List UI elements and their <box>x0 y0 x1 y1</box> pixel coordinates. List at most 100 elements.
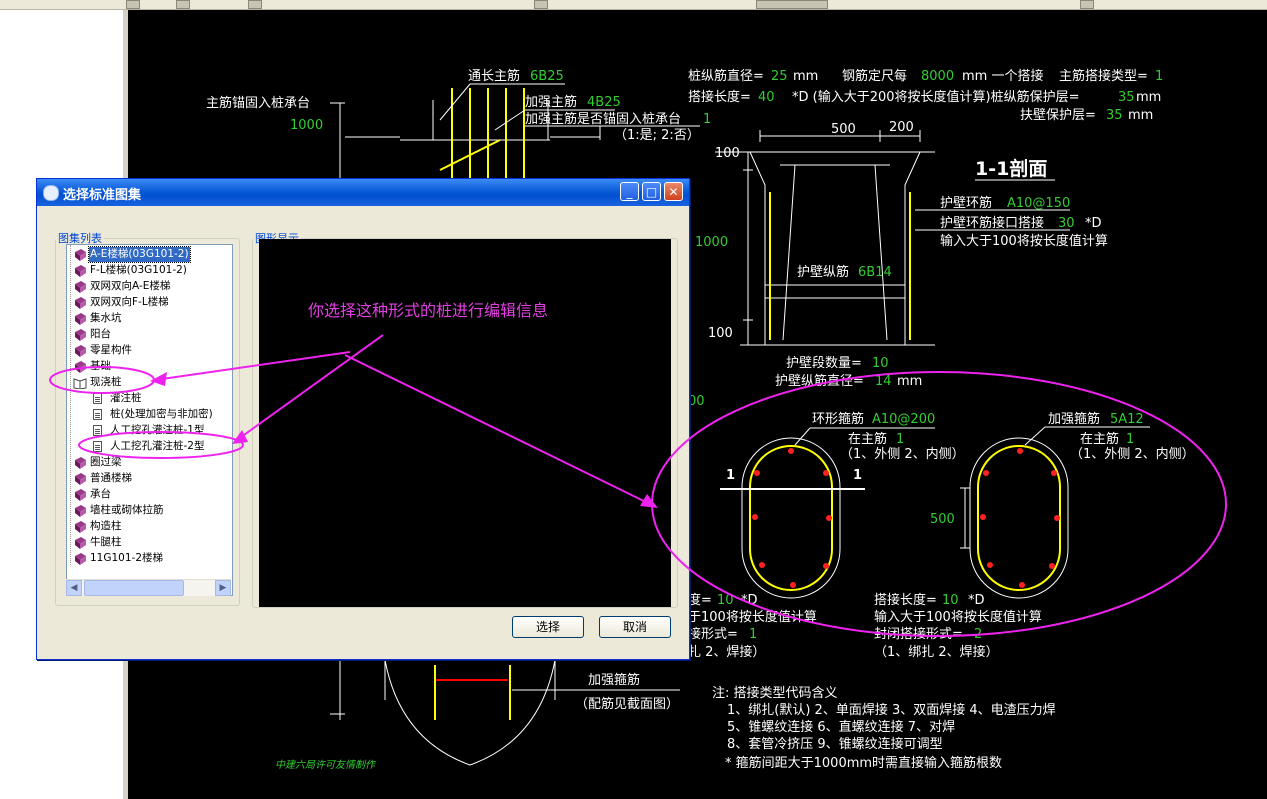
value-strengthen-rebar[interactable]: 4B25 <box>587 95 621 110</box>
book-icon <box>73 521 86 533</box>
label-wall-diameter: 护壁纵筋直径= <box>775 373 864 389</box>
label-lap-note-a: 于100将按长度值计算 <box>688 609 817 625</box>
value-cover[interactable]: 35 <box>1118 90 1135 105</box>
dialog-title: 选择标准图集 <box>63 188 142 203</box>
unit-mm: mm <box>1136 90 1161 105</box>
tree-connector <box>70 245 72 565</box>
label-main-rebar: 通长主筋 <box>468 68 520 84</box>
value-anchor[interactable]: 1000 <box>290 118 323 133</box>
label-strengthen-options: （1、外侧 2、内侧） <box>1070 446 1195 462</box>
value-pile-diameter[interactable]: 25 <box>771 69 788 84</box>
value-ring-position[interactable]: 1 <box>896 432 904 447</box>
value-wall-diameter[interactable]: 14 <box>875 374 892 389</box>
tree-item-label: 墙柱或砌体拉筋 <box>90 504 164 516</box>
book-icon <box>73 489 86 501</box>
label-strengthen-position: 在主筋 <box>1080 431 1119 447</box>
dim-100-top: 100 <box>715 146 740 161</box>
book-icon <box>73 537 86 549</box>
label-ring-options: （1、外侧 2、内侧） <box>840 446 965 462</box>
label-strengthen-hoop: 加强箍筋 <box>588 672 640 688</box>
value-closure-b[interactable]: 2 <box>974 627 982 642</box>
label-wall-ring-lap: 护壁环筋接口搭接 <box>940 215 1044 231</box>
toolbar-icon[interactable] <box>248 0 262 9</box>
dialog-titlebar[interactable]: 选择标准图集 _ □ ✕ <box>37 179 689 206</box>
toolbar-icon[interactable] <box>756 0 828 9</box>
label-splice-type: 主筋搭接类型= <box>1059 68 1148 84</box>
value-wall-longitudinal[interactable]: 6B14 <box>858 265 892 280</box>
value-wall-ring-lap[interactable]: 30 <box>1058 216 1075 231</box>
tree-item-label: 灌注桩 <box>110 392 142 404</box>
cancel-button[interactable]: 取消 <box>599 616 671 638</box>
scroll-thumb[interactable] <box>84 580 184 596</box>
value-lap-length-a[interactable]: 10 <box>717 593 734 608</box>
value-lap-length-b[interactable]: 10 <box>942 593 959 608</box>
value-main-rebar[interactable]: 6B25 <box>530 69 564 84</box>
toolbar-icon[interactable] <box>126 0 140 9</box>
value-strengthen-anchor[interactable]: 1 <box>703 112 711 127</box>
label-anchor: 主筋锚固入桩承台 <box>206 95 310 111</box>
toolbar-icon[interactable] <box>176 0 190 9</box>
label-wall-segments: 护壁段数量= <box>786 356 862 371</box>
value-wall-ring[interactable]: A10@150 <box>1007 196 1070 211</box>
label-closure-options-a: 扎 2、焊接） <box>688 644 765 660</box>
unit-d: *D <box>1085 216 1102 231</box>
document-icon <box>93 393 102 404</box>
document-icon <box>93 425 102 436</box>
value-splice-type[interactable]: 1 <box>1155 69 1163 84</box>
label-lap-length: 搭接长度= <box>688 89 751 105</box>
tree-item-label: 现浇桩 <box>90 376 122 388</box>
maximize-button[interactable]: □ <box>642 182 661 201</box>
select-button[interactable]: 选择 <box>512 616 584 638</box>
label-lap-length-a: 度= <box>688 592 712 608</box>
document-icon <box>93 441 102 452</box>
credit-text: 中建六局许可友情制作 <box>275 759 377 771</box>
label-yes-no: （1:是; 2:否） <box>614 128 700 143</box>
note-line-2: 5、锥螺纹连接 6、直螺纹连接 7、对焊 <box>727 719 955 735</box>
dim-100-bottom: 100 <box>708 326 733 341</box>
book-icon <box>73 457 86 469</box>
value-strengthen-stirrup[interactable]: 5A12 <box>1110 412 1144 427</box>
value-wall-segments[interactable]: 10 <box>872 356 889 371</box>
book-icon <box>73 297 86 309</box>
label-see-section: （配筋见截面图） <box>575 696 679 712</box>
value-ring-stirrup[interactable]: A10@200 <box>872 412 935 427</box>
book-icon <box>73 361 86 373</box>
select-atlas-dialog: 选择标准图集 _ □ ✕ 图集列表 图形显示 A-E楼梯(03G101-2)F-… <box>36 178 690 660</box>
note-title: 注: 搭接类型代码含义 <box>712 685 838 701</box>
scroll-right-icon[interactable]: ▶ <box>215 580 231 596</box>
minimize-button[interactable]: _ <box>620 182 639 201</box>
label-lap-note-b: 输入大于100将按长度值计算 <box>874 609 1042 625</box>
note-line-1: 1、绑扎(默认) 2、单面焊接 3、双面焊接 4、电渣压力焊 <box>727 702 1056 718</box>
label-ring-position: 在主筋 <box>848 431 887 447</box>
value-fixed-length[interactable]: 8000 <box>921 69 954 84</box>
graphic-preview <box>259 239 671 607</box>
tree-horizontal-scrollbar[interactable]: ◀ ▶ <box>66 579 231 596</box>
label-strengthen-rebar: 加强主筋 <box>525 94 577 110</box>
unit-mm: mm <box>897 374 922 389</box>
tree-item-label: F-L楼梯(03G101-2) <box>90 264 187 276</box>
section-mark-right: 1 <box>853 468 862 483</box>
close-button[interactable]: ✕ <box>664 182 683 201</box>
dim-200: 200 <box>889 120 914 135</box>
dim-1000: 1000 <box>695 235 728 250</box>
section-title: 1-1剖面 <box>975 157 1047 180</box>
value-wall-cover[interactable]: 35 <box>1106 108 1123 123</box>
tree-item-label: 桩(处理加密与非加密) <box>110 408 213 420</box>
app-icon <box>43 185 59 201</box>
document-icon <box>93 409 102 420</box>
tree-item-label: 11G101-2楼梯 <box>90 552 164 564</box>
toolbar <box>0 0 1267 10</box>
value-strengthen-position[interactable]: 1 <box>1126 432 1134 447</box>
toolbar-icon[interactable] <box>534 0 548 9</box>
open-book-icon <box>73 377 87 390</box>
toolbar-icon[interactable] <box>1080 0 1094 9</box>
label-ring-stirrup: 环形箍筋 <box>812 411 864 427</box>
value-closure-a[interactable]: 1 <box>749 627 757 642</box>
atlas-tree[interactable]: A-E楼梯(03G101-2) F-L楼梯(03G101-2) 双网双向A-E楼梯双… <box>66 244 233 596</box>
scroll-left-icon[interactable]: ◀ <box>66 580 82 596</box>
label-strengthen-anchor: 加强主筋是否锚固入桩承台 <box>525 111 681 127</box>
value-lap-length[interactable]: 40 <box>758 90 775 105</box>
unit-splice: mm 一个搭接 <box>962 68 1043 84</box>
label-wall-cover: 扶壁保护层= <box>1020 108 1096 123</box>
book-icon <box>73 329 86 341</box>
